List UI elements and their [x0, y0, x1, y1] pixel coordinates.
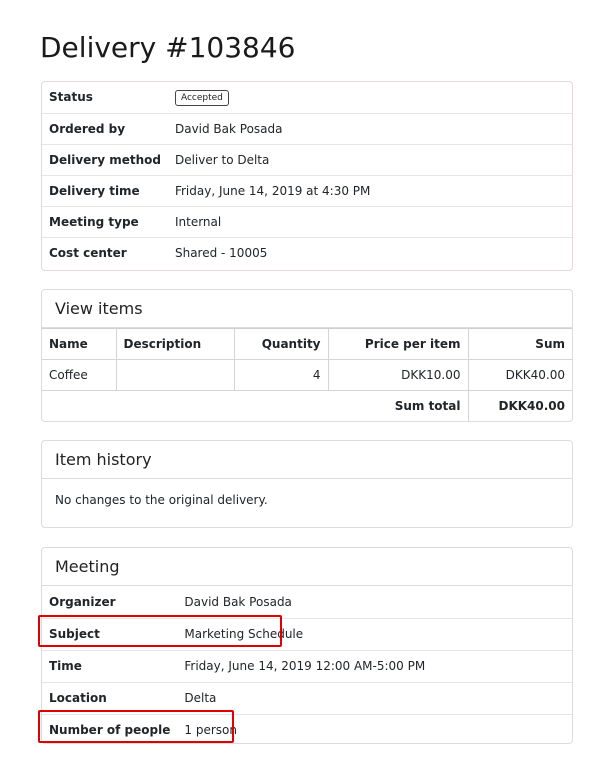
- col-quantity: Quantity: [233, 328, 329, 360]
- info-row-ordered-by: Ordered by David Bak Posada: [42, 112, 572, 144]
- cost-center-label: Cost center: [42, 236, 168, 268]
- info-row-status: Status Accepted: [42, 82, 572, 113]
- organizer-value: David Bak Posada: [184, 594, 292, 609]
- item-quantity: 4: [233, 359, 329, 391]
- meeting-row-organizer: Organizer David Bak Posada: [42, 586, 572, 618]
- view-items-card: View items Name Description Quantity Pri…: [41, 289, 573, 422]
- meeting-header[interactable]: Meeting: [42, 548, 572, 586]
- sum-total-label: Sum total: [42, 390, 469, 421]
- col-price-per-item: Price per item: [327, 328, 469, 360]
- meeting-type-value: Internal: [167, 205, 572, 237]
- location-value: Delta: [177, 681, 572, 714]
- delivery-method-value: Deliver to Delta: [167, 143, 572, 175]
- item-price: DKK10.00: [327, 359, 469, 391]
- items-header-row: Name Description Quantity Price per item…: [42, 328, 572, 360]
- table-row: Coffee 4 DKK10.00 DKK40.00: [42, 359, 572, 391]
- delivery-info-card: Status Accepted Ordered by David Bak Pos…: [41, 81, 573, 271]
- item-description: [115, 359, 235, 391]
- meeting-time-value: Friday, June 14, 2019 12:00 AM-5:00 PM: [177, 649, 572, 682]
- info-row-delivery-time: Delivery time Friday, June 14, 2019 at 4…: [42, 174, 572, 206]
- item-name: Coffee: [42, 359, 117, 391]
- status-cell: Accepted: [168, 82, 572, 113]
- item-sum: DKK40.00: [467, 359, 572, 391]
- delivery-info-table: Status Accepted Ordered by David Bak Pos…: [42, 82, 572, 268]
- meeting-type-label: Meeting type: [42, 205, 168, 237]
- cost-center-value: Shared - 10005: [167, 236, 572, 268]
- info-row-delivery-method: Delivery method Deliver to Delta: [42, 143, 572, 175]
- delivery-time-value: Friday, June 14, 2019 at 4:30 PM: [167, 174, 572, 206]
- number-of-people-value: 1 person: [177, 713, 572, 743]
- subject-highlight-box: [38, 615, 282, 647]
- page-title: Delivery #103846: [40, 31, 296, 64]
- status-badge: Accepted: [174, 89, 229, 106]
- info-row-meeting-type: Meeting type Internal: [42, 205, 572, 237]
- ordered-by-value: David Bak Posada: [167, 112, 572, 144]
- status-label: Status: [49, 90, 93, 105]
- col-name: Name: [42, 328, 117, 360]
- delivery-method-label: Delivery method: [42, 143, 168, 175]
- sum-total-value: DKK40.00: [467, 390, 572, 421]
- item-history-text: No changes to the original delivery.: [55, 493, 268, 507]
- sum-total-row: Sum total DKK40.00: [42, 390, 572, 421]
- view-items-header[interactable]: View items: [42, 290, 572, 328]
- col-sum: Sum: [467, 328, 572, 360]
- item-history-card: Item history No changes to the original …: [41, 440, 573, 528]
- ordered-by-label: Ordered by: [42, 112, 168, 144]
- number-of-people-highlight-box: [38, 710, 234, 743]
- item-history-header[interactable]: Item history: [42, 441, 572, 479]
- meeting-row-time: Time Friday, June 14, 2019 12:00 AM-5:00…: [42, 649, 572, 682]
- items-table: Name Description Quantity Price per item…: [42, 328, 572, 421]
- col-description: Description: [115, 328, 235, 360]
- info-row-cost-center: Cost center Shared - 10005: [42, 236, 572, 268]
- delivery-time-label: Delivery time: [42, 174, 168, 206]
- organizer-label: Organizer: [49, 594, 116, 609]
- meeting-time-label: Time: [42, 649, 178, 682]
